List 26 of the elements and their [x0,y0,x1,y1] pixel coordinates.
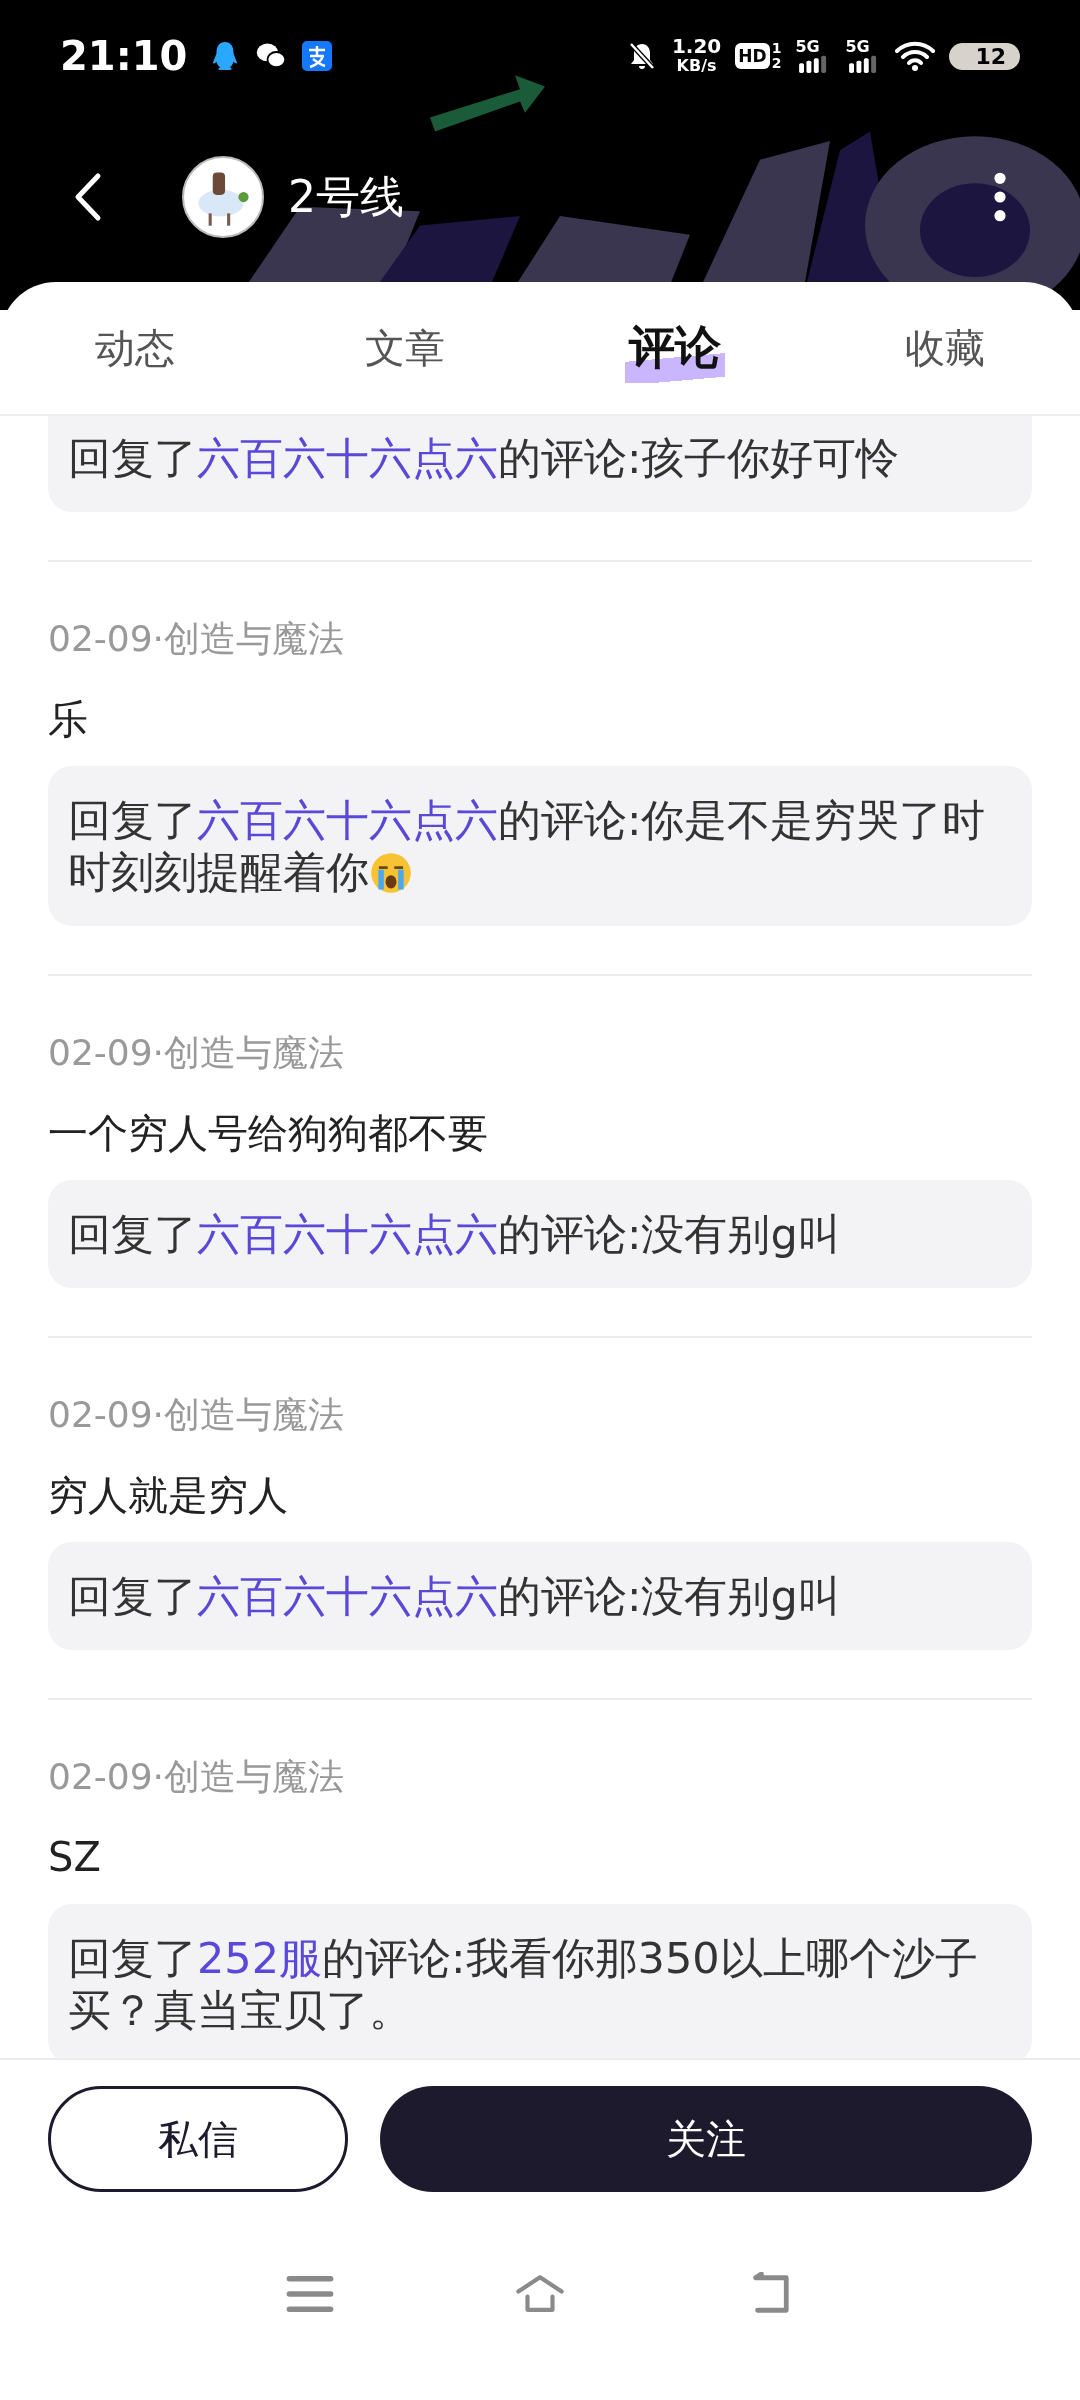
tab[interactable]: 动态 [91,316,179,380]
reply-quote[interactable]: 回复了六百六十六点六的评论:孩子你好可怜 [48,416,1032,512]
tab[interactable]: 收藏 [901,316,989,380]
tab[interactable]: 文章 [361,316,449,380]
comment-meta: 02-09·创造与魔法 [48,617,345,661]
reply-quote[interactable]: 回复了六百六十六点六的评论:没有别g叫 [48,1542,1032,1650]
message-button[interactable]: 私信 [48,2086,348,2192]
comment-meta: 02-09·创造与魔法 [48,1031,345,1075]
comment-text: 穷人就是穷人 [48,1471,288,1520]
pay-app-icon [301,40,334,72]
comment-text: SZ [48,1833,101,1882]
comment-text: 乐 [48,695,88,744]
comment-meta: 02-09·创造与魔法 [48,1755,345,1799]
network-type: 5G [845,39,870,55]
reply-quote[interactable]: 回复了六百六十六点六的评论:你是不是穷哭了时时刻刻提醒着你 [48,766,1032,926]
wifi-icon [895,40,936,72]
profile-name: 2号线 [288,169,404,224]
follow-button[interactable]: 关注 [380,2086,1032,2192]
status-time: 21:10 [60,33,188,79]
comment-meta: 02-09·创造与魔法 [48,1393,345,1437]
network-type: 5G [795,39,820,55]
reply-quote[interactable]: 回复了 252服的评论:我看你那350以上哪个沙子买？真当宝贝了。 [48,1904,1032,2058]
network-speed: 1.20 KB/s [671,36,722,76]
comment-text: 一个穷人号给狗狗都不要 [48,1109,488,1158]
avatar[interactable] [182,156,264,238]
reply-quote[interactable]: 回复了六百六十六点六的评论:没有别g叫 [48,1180,1032,1288]
